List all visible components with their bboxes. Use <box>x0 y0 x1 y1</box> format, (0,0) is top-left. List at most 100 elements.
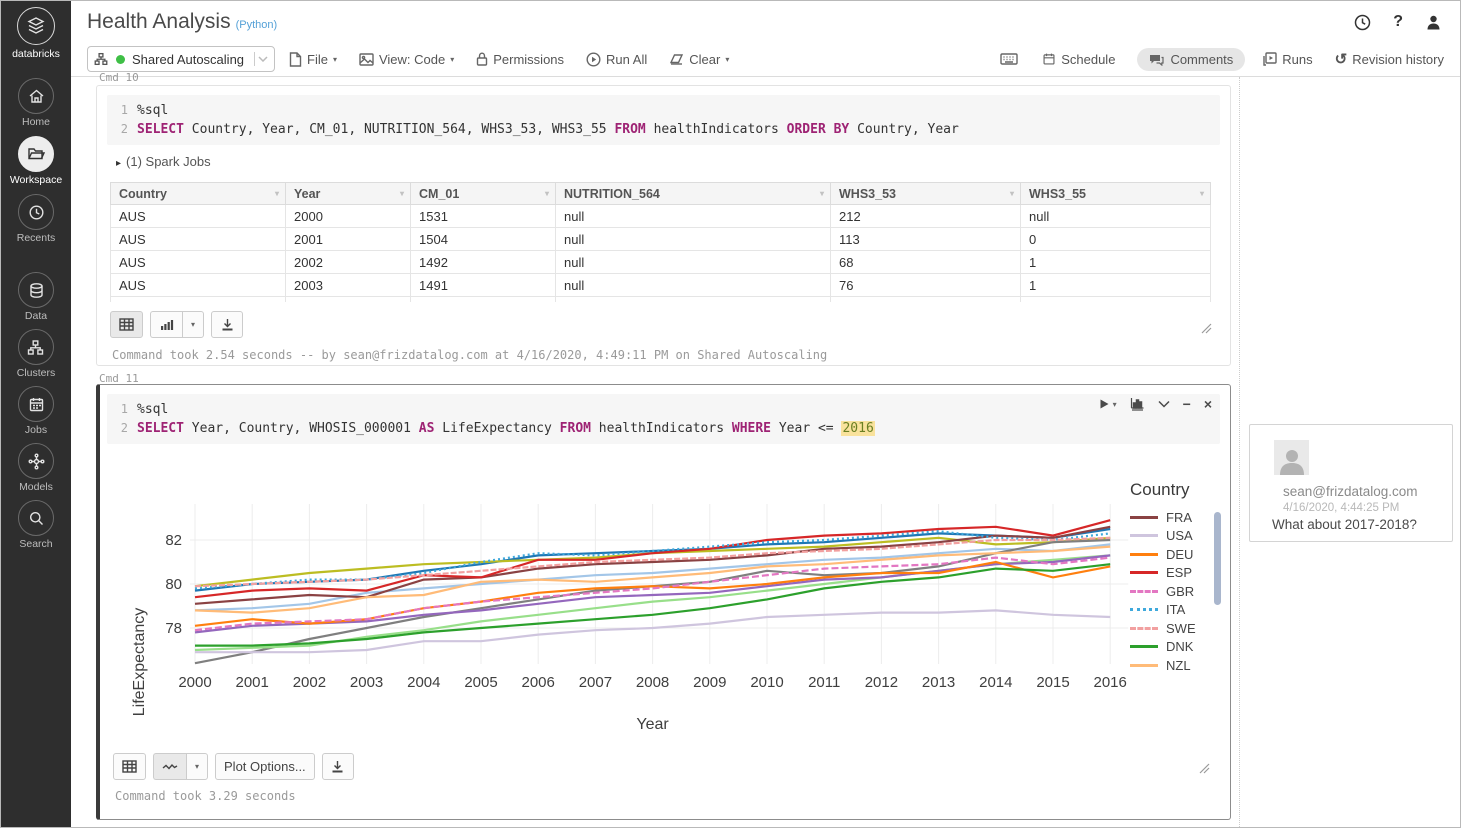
comments-gutter-divider <box>1239 77 1240 827</box>
sidebar-item-home[interactable]: Home <box>18 78 54 128</box>
runs-icon <box>1263 52 1277 66</box>
legend-swatch <box>1130 516 1158 519</box>
svg-text:2013: 2013 <box>922 674 955 691</box>
notebook-cell-cmd11[interactable]: ▾ − × 1%sql 2SELECT Year, Country, WHOSI… <box>96 384 1231 820</box>
legend-item-DNK[interactable]: DNK <box>1130 638 1235 657</box>
sidebar: databricks Home Workspace Recents Data C… <box>1 1 71 827</box>
table-cell: null <box>556 251 831 274</box>
svg-text:2012: 2012 <box>865 674 898 691</box>
line-number: 1 <box>107 101 137 120</box>
column-filter-icon[interactable]: ▾ <box>1200 189 1204 198</box>
bar-chart-icon <box>160 318 174 331</box>
cell-chart-icon[interactable] <box>1130 397 1145 411</box>
show-table-button[interactable] <box>110 311 143 338</box>
column-filter-icon[interactable]: ▾ <box>545 189 549 198</box>
cluster-selector[interactable]: Shared Autoscaling <box>87 46 275 72</box>
file-icon <box>289 52 302 67</box>
line-number: 2 <box>107 419 137 438</box>
comment-card[interactable]: sean@frizdatalog.com 4/16/2020, 4:44:25 … <box>1249 424 1453 542</box>
line-number: 1 <box>107 400 137 419</box>
legend-item-NZL[interactable]: NZL <box>1130 656 1235 675</box>
table-cell: 2001 <box>286 228 411 251</box>
svg-text:2014: 2014 <box>979 674 1012 691</box>
sidebar-item-jobs[interactable]: Jobs <box>18 386 54 436</box>
cluster-dropdown-caret[interactable] <box>254 52 268 66</box>
show-chart-button[interactable] <box>150 311 182 338</box>
sidebar-item-search[interactable]: Search <box>18 500 54 550</box>
view-menu[interactable]: View: Code▾ <box>359 52 454 67</box>
schedule-button[interactable]: Schedule <box>1042 52 1115 67</box>
shortcuts-button[interactable] <box>1000 53 1018 65</box>
download-result-button[interactable] <box>211 311 243 338</box>
clock-icon[interactable] <box>1354 14 1371 31</box>
column-header-Year[interactable]: Year▾ <box>286 183 411 205</box>
column-filter-icon[interactable]: ▾ <box>275 189 279 198</box>
chart-type-caret-button[interactable]: ▾ <box>186 753 208 780</box>
resize-output-handle[interactable] <box>1199 763 1210 774</box>
databricks-logo[interactable]: databricks <box>12 7 60 60</box>
legend-scrollbar[interactable] <box>1214 512 1221 605</box>
run-cell-button[interactable]: ▾ <box>1099 398 1117 410</box>
svg-text:2001: 2001 <box>236 674 269 691</box>
table-cell: 2002 <box>286 251 411 274</box>
svg-text:2005: 2005 <box>464 674 497 691</box>
help-icon[interactable]: ? <box>1393 13 1403 31</box>
resize-output-handle[interactable] <box>1201 323 1212 334</box>
table-row: AUS20001531null212null <box>111 205 1211 228</box>
results-table: Country▾Year▾CM_01▾NUTRITION_564▾WHS3_53… <box>110 182 1211 302</box>
minimize-cell-icon[interactable]: − <box>1183 399 1191 409</box>
y-axis-label: LifeExpectancy <box>131 608 149 717</box>
sidebar-item-clusters[interactable]: Clusters <box>17 329 56 379</box>
results-table-header: Country▾Year▾CM_01▾NUTRITION_564▾WHS3_53… <box>111 183 1211 205</box>
cluster-status-dot <box>116 55 125 64</box>
column-header-WHS3_55[interactable]: WHS3_55▾ <box>1021 183 1211 205</box>
svg-text:Year: Year <box>636 716 669 733</box>
legend-swatch <box>1130 553 1158 556</box>
spark-jobs-toggle[interactable]: ▸(1) Spark Jobs <box>116 154 211 169</box>
column-filter-icon[interactable]: ▾ <box>820 189 824 198</box>
sidebar-item-models[interactable]: Models <box>18 443 54 493</box>
notebook-cell-cmd10[interactable]: 1%sql 2SELECT Country, Year, CM_01, NUTR… <box>96 85 1231 366</box>
code-editor[interactable]: 1%sql 2SELECT Country, Year, CM_01, NUTR… <box>107 95 1220 145</box>
models-network-icon <box>28 453 45 470</box>
column-filter-icon[interactable]: ▾ <box>400 189 404 198</box>
line-chart-icon <box>162 762 178 772</box>
line-chart-button[interactable] <box>153 753 186 780</box>
permissions-menu[interactable]: Permissions <box>476 52 564 67</box>
collapse-cell-icon[interactable] <box>1158 400 1170 408</box>
user-icon[interactable] <box>1425 14 1442 31</box>
svg-text:2000: 2000 <box>178 674 211 691</box>
comments-button[interactable]: Comments <box>1137 48 1245 71</box>
column-header-WHS3_53[interactable]: WHS3_53▾ <box>831 183 1021 205</box>
view-image-icon <box>359 53 374 66</box>
run-all-button[interactable]: Run All <box>586 52 647 67</box>
file-menu[interactable]: File▾ <box>289 52 337 67</box>
legend-item-SWE[interactable]: SWE <box>1130 619 1235 638</box>
table-cell: 2000 <box>286 205 411 228</box>
clusters-tree-icon <box>27 339 44 356</box>
table-cell: 1491 <box>411 274 556 297</box>
sidebar-item-data[interactable]: Data <box>18 272 54 322</box>
chart-type-caret-button[interactable]: ▾ <box>182 311 204 338</box>
chart-plot-area: 7880822000200120022003200420052006200720… <box>150 456 1160 756</box>
column-header-NUTRITION_564[interactable]: NUTRITION_564▾ <box>556 183 831 205</box>
sidebar-item-recents[interactable]: Recents <box>17 194 56 244</box>
sidebar-item-workspace[interactable]: Workspace <box>10 136 62 186</box>
column-filter-icon[interactable]: ▾ <box>1010 189 1014 198</box>
revision-history-button[interactable]: ↺ Revision history <box>1335 50 1444 68</box>
databricks-layers-icon <box>17 7 55 45</box>
runs-button[interactable]: Runs <box>1263 52 1312 67</box>
plot-options-button[interactable]: Plot Options... <box>215 753 315 780</box>
table-cell: 1504 <box>411 228 556 251</box>
show-table-button[interactable] <box>113 753 146 780</box>
cluster-tree-icon <box>94 52 108 66</box>
close-cell-icon[interactable]: × <box>1204 399 1212 409</box>
column-header-Country[interactable]: Country▾ <box>111 183 286 205</box>
clear-menu[interactable]: Clear▾ <box>669 52 729 67</box>
results-table-body: AUS20001531null212nullAUS20011504null113… <box>111 205 1211 302</box>
cluster-name: Shared Autoscaling <box>132 52 254 67</box>
column-header-CM_01[interactable]: CM_01▾ <box>411 183 556 205</box>
download-plot-button[interactable] <box>322 753 354 780</box>
code-editor[interactable]: 1%sql 2SELECT Year, Country, WHOSIS_0000… <box>107 394 1220 444</box>
legend-swatch <box>1130 608 1158 611</box>
